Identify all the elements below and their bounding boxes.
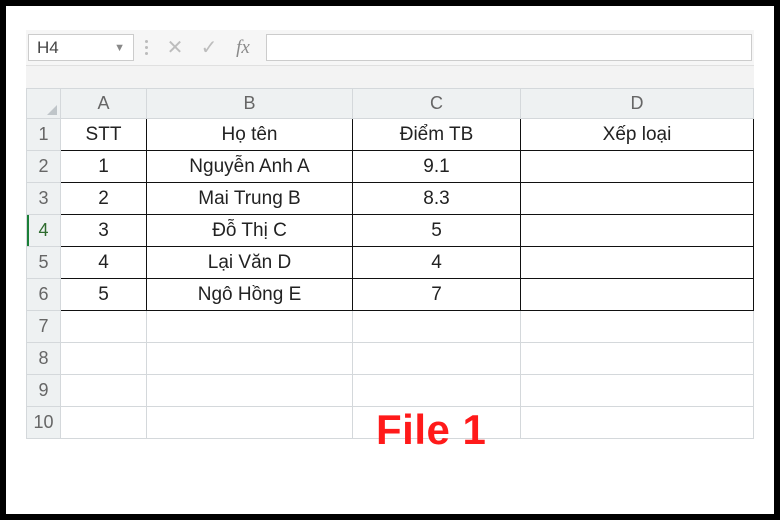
table-row: 7: [27, 311, 754, 343]
cell[interactable]: 4: [353, 247, 521, 279]
column-header-B[interactable]: B: [147, 89, 353, 119]
cell[interactable]: 8.3: [353, 183, 521, 215]
cell[interactable]: [521, 375, 754, 407]
grip-dots-icon: [145, 40, 148, 55]
formula-input[interactable]: [266, 34, 752, 61]
sheet-table: A B C D 1 STT Họ tên Điểm TB Xếp loại: [26, 88, 754, 439]
ribbon-gap: [26, 66, 754, 88]
cell[interactable]: 4: [61, 247, 147, 279]
cell[interactable]: [521, 311, 754, 343]
cell[interactable]: Mai Trung B: [147, 183, 353, 215]
cell[interactable]: [521, 183, 754, 215]
column-header-A[interactable]: A: [61, 89, 147, 119]
cell[interactable]: 1: [61, 151, 147, 183]
cell[interactable]: Ngô Hồng E: [147, 279, 353, 311]
chevron-down-icon[interactable]: ▼: [114, 42, 125, 54]
cell[interactable]: [521, 279, 754, 311]
table-row: 9: [27, 375, 754, 407]
cell[interactable]: [61, 311, 147, 343]
column-header-row: A B C D: [27, 89, 754, 119]
formula-bar: H4 ▼ ✕ ✓ fx: [26, 30, 754, 66]
name-box-value: H4: [37, 38, 59, 58]
row-header[interactable]: 9: [27, 375, 61, 407]
cell[interactable]: STT: [61, 119, 147, 151]
cell[interactable]: [147, 375, 353, 407]
cell[interactable]: [147, 311, 353, 343]
row-header[interactable]: 10: [27, 407, 61, 439]
cell[interactable]: 9.1: [353, 151, 521, 183]
table-row: 2 1 Nguyễn Anh A 9.1: [27, 151, 754, 183]
select-all-corner[interactable]: [27, 89, 61, 119]
confirm-button[interactable]: ✓: [192, 30, 226, 65]
cell[interactable]: 5: [353, 215, 521, 247]
name-box[interactable]: H4 ▼: [28, 34, 134, 61]
cell[interactable]: [521, 343, 754, 375]
cell[interactable]: [353, 343, 521, 375]
cell[interactable]: [147, 407, 353, 439]
cell[interactable]: Xếp loại: [521, 119, 754, 151]
row-header[interactable]: 7: [27, 311, 61, 343]
cell[interactable]: [521, 215, 754, 247]
row-header[interactable]: 2: [27, 151, 61, 183]
cancel-button[interactable]: ✕: [158, 30, 192, 65]
row-header[interactable]: 4: [27, 215, 61, 247]
row-header[interactable]: 1: [27, 119, 61, 151]
cell[interactable]: Họ tên: [147, 119, 353, 151]
cell[interactable]: Lại Văn D: [147, 247, 353, 279]
cell[interactable]: [61, 375, 147, 407]
table-row: 5 4 Lại Văn D 4: [27, 247, 754, 279]
cell[interactable]: [521, 151, 754, 183]
table-row: 8: [27, 343, 754, 375]
row-header[interactable]: 8: [27, 343, 61, 375]
row-header[interactable]: 6: [27, 279, 61, 311]
check-icon: ✓: [201, 35, 218, 60]
app-frame: H4 ▼ ✕ ✓ fx: [0, 0, 780, 520]
cell[interactable]: [61, 407, 147, 439]
cell[interactable]: [521, 407, 754, 439]
cell[interactable]: Nguyễn Anh A: [147, 151, 353, 183]
fx-icon: fx: [236, 37, 250, 59]
row-header[interactable]: 5: [27, 247, 61, 279]
cell[interactable]: [61, 343, 147, 375]
insert-function-button[interactable]: fx: [226, 30, 260, 65]
cell[interactable]: [521, 247, 754, 279]
cell[interactable]: [353, 375, 521, 407]
formula-bar-separator: [134, 30, 158, 65]
cell[interactable]: Đỗ Thị C: [147, 215, 353, 247]
row-header[interactable]: 3: [27, 183, 61, 215]
table-row: 1 STT Họ tên Điểm TB Xếp loại: [27, 119, 754, 151]
cell[interactable]: 2: [61, 183, 147, 215]
app-inner: H4 ▼ ✕ ✓ fx: [26, 30, 754, 490]
cell[interactable]: 5: [61, 279, 147, 311]
spreadsheet-grid[interactable]: A B C D 1 STT Họ tên Điểm TB Xếp loại: [26, 88, 754, 439]
close-icon: ✕: [167, 35, 184, 60]
cell[interactable]: 7: [353, 279, 521, 311]
table-row: 6 5 Ngô Hồng E 7: [27, 279, 754, 311]
cell[interactable]: 3: [61, 215, 147, 247]
cell[interactable]: [353, 311, 521, 343]
column-header-D[interactable]: D: [521, 89, 754, 119]
table-row: 4 3 Đỗ Thị C 5: [27, 215, 754, 247]
cell[interactable]: Điểm TB: [353, 119, 521, 151]
table-row: 3 2 Mai Trung B 8.3: [27, 183, 754, 215]
cell[interactable]: [147, 343, 353, 375]
annotation-label: File 1: [376, 406, 486, 454]
column-header-C[interactable]: C: [353, 89, 521, 119]
